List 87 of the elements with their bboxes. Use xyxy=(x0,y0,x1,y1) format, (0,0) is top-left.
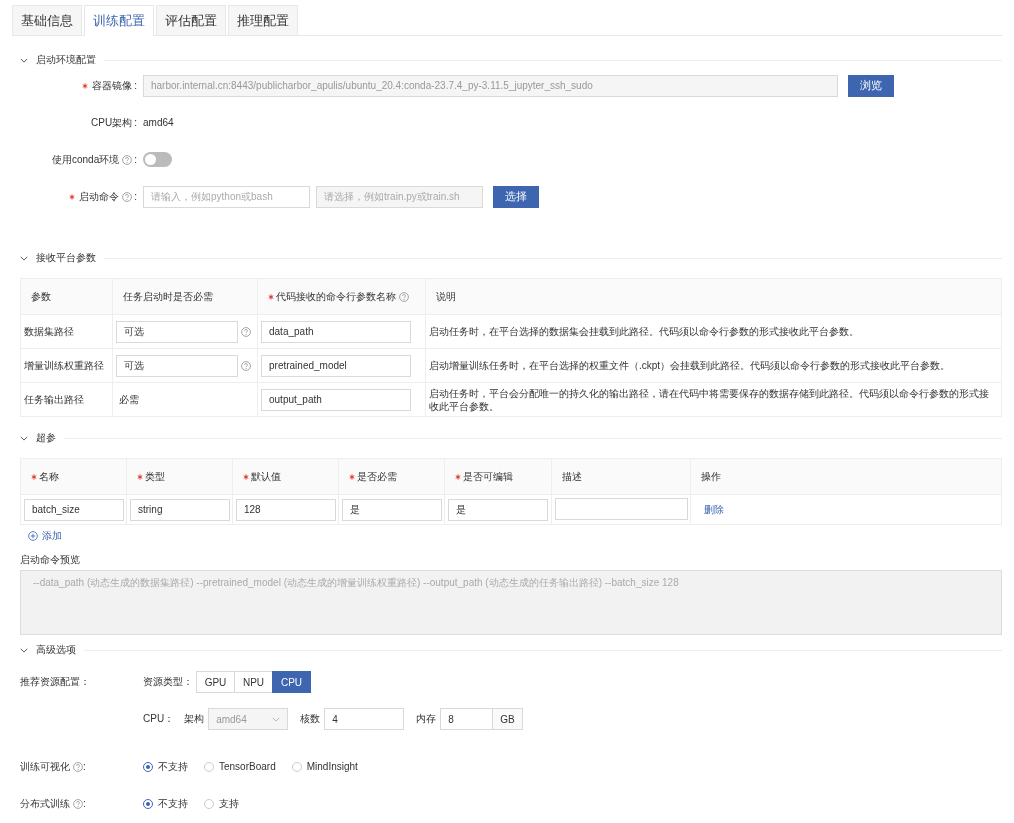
chevron-icon[interactable] xyxy=(20,647,28,653)
cpu-arch-value: amd64 xyxy=(143,117,174,128)
field-label: CPU： xyxy=(143,712,175,726)
toggle-switch[interactable] xyxy=(143,152,172,167)
field-label: 内存 xyxy=(416,712,437,726)
resource-type-option[interactable]: GPU xyxy=(196,671,235,693)
radio-option[interactable]: 支持 xyxy=(204,796,239,811)
delete-link[interactable]: 删除 xyxy=(704,503,724,515)
section-title: 启动环境配置 xyxy=(36,53,96,67)
label-colon: : xyxy=(134,117,137,128)
label-colon: : xyxy=(134,80,137,91)
section-title: 接收平台参数 xyxy=(36,251,96,265)
table-cell: 启动任务时，平台会分配唯一的持久化的输出路径，请在代码中将需要保存的数据存储到此路径。代码须以命令行参数的形式接收此平台参数。 xyxy=(425,382,1002,417)
section-title: 超参 xyxy=(36,431,56,445)
table-cell: 启动增量训练任务时，在平台选择的权重文件（.ckpt）会挂载到此路径。代码须以命令行参数的形式接收此平台参数。 xyxy=(425,348,1002,383)
label-colon: : xyxy=(134,191,137,202)
help-icon[interactable] xyxy=(399,291,409,302)
cores-field[interactable]: 4 xyxy=(324,708,405,730)
plus-circle-icon xyxy=(28,531,38,541)
hyperparam-field[interactable]: batch_size xyxy=(24,498,124,521)
chevron-icon[interactable] xyxy=(20,255,28,261)
field-label: 推荐资源配置： xyxy=(20,675,91,689)
header-text: 代码接收的命令行参数名称 xyxy=(276,289,396,304)
resource-type-option[interactable]: CPU xyxy=(272,671,311,693)
help-icon[interactable] xyxy=(241,360,251,371)
resource-type-option[interactable]: NPU xyxy=(234,671,273,693)
description-field[interactable] xyxy=(555,497,688,520)
section-title: 高级选项 xyxy=(36,643,76,657)
caret-icon xyxy=(272,716,281,722)
label-colon: : xyxy=(134,154,137,165)
table-cell: 增量训练权重路径 xyxy=(20,348,113,383)
header-text: 说明 xyxy=(436,289,456,304)
tab[interactable]: 训练配置 xyxy=(84,5,154,36)
table-cell-text: 必需 xyxy=(118,393,139,405)
table-cell: 数据集路径 xyxy=(20,314,113,349)
chevron-icon[interactable] xyxy=(20,57,28,63)
help-icon[interactable] xyxy=(73,798,83,809)
tab[interactable]: 基础信息 xyxy=(12,5,82,35)
help-icon[interactable] xyxy=(122,154,133,165)
file-field[interactable]: 请选择，例如train.py或train.sh xyxy=(316,185,483,208)
field-label: 核数 xyxy=(300,712,321,726)
argument-field[interactable]: pretrained_model xyxy=(261,354,411,377)
header-text: 默认值 xyxy=(251,469,281,484)
add-button[interactable]: 添加 xyxy=(28,529,62,543)
header-text: 描述 xyxy=(562,469,582,484)
header-text: 任务启动时是否必需 xyxy=(123,289,213,304)
necessity-field[interactable]: 可选 xyxy=(116,354,238,377)
table-cell: 启动任务时，在平台选择的数据集会挂载到此路径。代码须以命令行参数的形式接收此平台参数。 xyxy=(425,314,1002,349)
command-field[interactable]: 请输入，例如python或bash xyxy=(143,185,310,208)
browse-button[interactable]: 浏览 xyxy=(848,74,894,97)
help-icon[interactable] xyxy=(122,191,133,202)
header-text: 是否可编辑 xyxy=(463,469,513,484)
hyperparam-field[interactable]: 是 xyxy=(342,498,442,521)
hyperparam-field[interactable]: 是 xyxy=(448,498,548,521)
memory-field[interactable]: 8 GB xyxy=(440,708,523,730)
tab[interactable]: 推理配置 xyxy=(228,5,298,35)
label-colon: : xyxy=(83,761,86,772)
label-colon: : xyxy=(83,798,86,809)
radio-option[interactable]: TensorBoard xyxy=(204,761,276,772)
radio-option[interactable]: 不支持 xyxy=(143,796,188,811)
field-label: CPU架构 xyxy=(91,115,133,130)
header-text: 是否必需 xyxy=(357,469,397,484)
radio-option[interactable]: MindInsight xyxy=(291,761,358,772)
field-label: 训练可视化 xyxy=(20,759,70,774)
header-text: 操作 xyxy=(701,469,721,484)
tab[interactable]: 评估配置 xyxy=(156,5,226,35)
preview-label: 启动命令预览 xyxy=(20,553,81,567)
field-label: 资源类型： xyxy=(143,675,193,689)
hyperparam-field[interactable]: 128 xyxy=(236,498,336,521)
chevron-icon[interactable] xyxy=(20,435,28,441)
necessity-field[interactable]: 可选 xyxy=(116,320,238,343)
header-text: 参数 xyxy=(31,289,51,304)
field-label: 容器镜像 xyxy=(92,78,133,93)
field-label: 使用conda环境 xyxy=(51,152,120,167)
field-label: 启动命令 xyxy=(79,189,120,204)
argument-field[interactable]: data_path xyxy=(261,320,411,343)
hyperparam-field[interactable]: string xyxy=(130,498,230,521)
table-cell: 任务输出路径 xyxy=(20,382,113,417)
header-text: 类型 xyxy=(145,469,165,484)
select-button[interactable]: 选择 xyxy=(493,185,539,208)
help-icon[interactable] xyxy=(73,761,83,772)
field-label: 架构 xyxy=(184,712,205,726)
help-icon[interactable] xyxy=(241,326,251,337)
argument-field[interactable]: output_path xyxy=(261,388,411,411)
radio-option[interactable]: 不支持 xyxy=(143,759,188,774)
field-label: 分布式训练 xyxy=(20,796,70,811)
header-text: 名称 xyxy=(39,469,59,484)
